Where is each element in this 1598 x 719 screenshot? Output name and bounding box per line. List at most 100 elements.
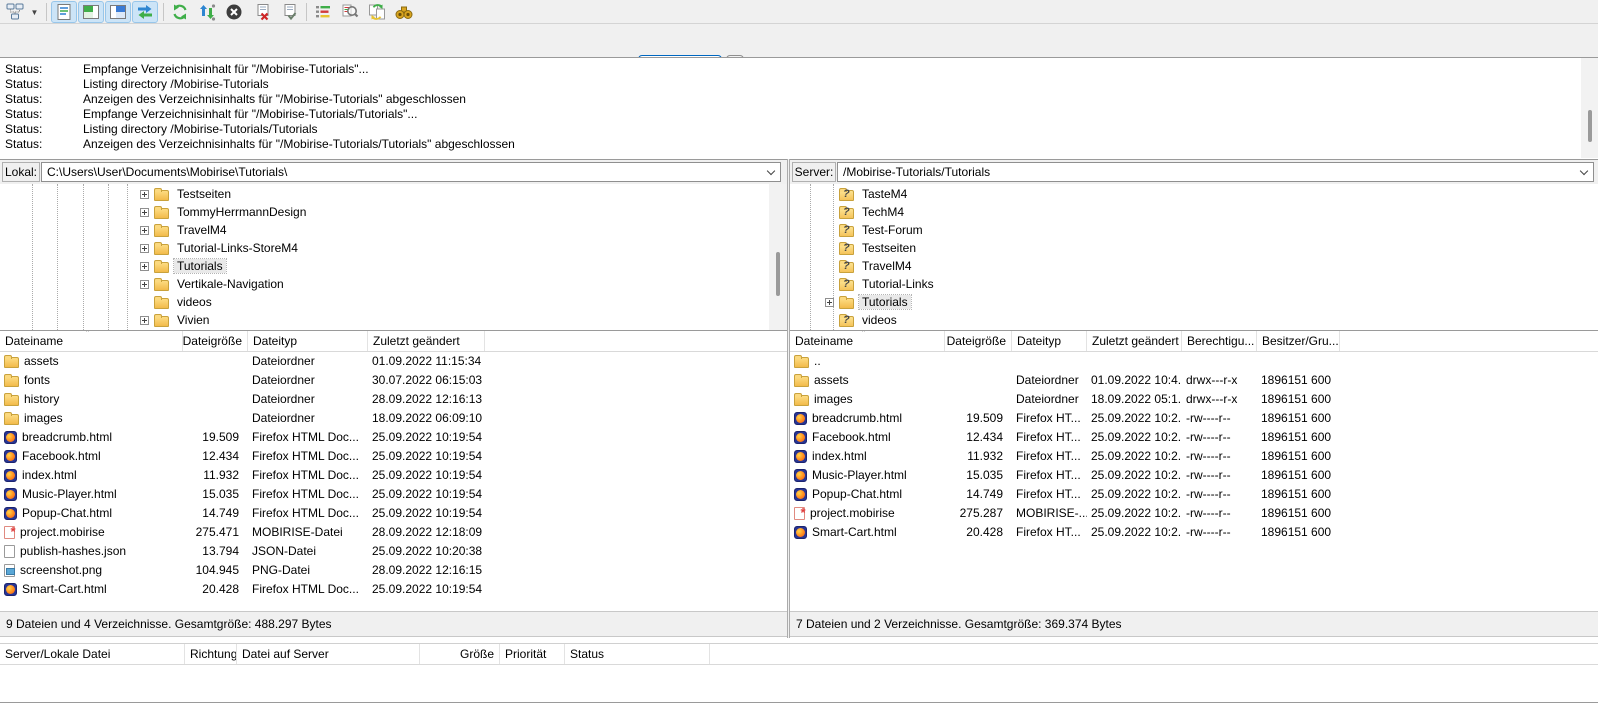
file-row[interactable]: Smart-Cart.html 20.428 Firefox HTML Doc.… xyxy=(0,580,787,599)
file-row[interactable]: publish-hashes.json 13.794 JSON-Datei 25… xyxy=(0,542,787,561)
log-scrollbar[interactable] xyxy=(1581,58,1598,158)
file-row[interactable]: images Dateiordner 18.09.2022 05:1... dr… xyxy=(790,390,1598,409)
local-tree-scrollbar-thumb[interactable] xyxy=(776,252,780,296)
tree-item[interactable]: Vertikale-Navigation xyxy=(0,275,769,293)
refresh-button[interactable] xyxy=(167,1,193,23)
file-row[interactable]: index.html 11.932 Firefox HT... 25.09.20… xyxy=(790,447,1598,466)
remote-path-value: /Mobirise-Tutorials/Tutorials xyxy=(843,165,990,179)
file-row[interactable]: project.mobirise 275.287 MOBIRISE-... 25… xyxy=(790,504,1598,523)
file-row[interactable]: Smart-Cart.html 20.428 Firefox HT... 25.… xyxy=(790,523,1598,542)
directory-comparison-button[interactable] xyxy=(337,1,363,23)
tree-item[interactable]: Testseiten xyxy=(0,185,769,203)
file-row[interactable]: images Dateiordner 18.09.2022 06:09:10 xyxy=(0,409,787,428)
file-size: 11.932 xyxy=(183,466,248,485)
file-row[interactable]: Facebook.html 12.434 Firefox HTML Doc...… xyxy=(0,447,787,466)
tree-item[interactable]: TravelM4 xyxy=(790,257,1598,275)
filter-button[interactable] xyxy=(310,1,336,23)
folder-icon xyxy=(154,280,169,291)
file-row[interactable]: project.mobirise 275.471 MOBIRISE-Datei … xyxy=(0,523,787,542)
file-row[interactable]: breadcrumb.html 19.509 Firefox HTML Doc.… xyxy=(0,428,787,447)
file-row[interactable]: assets Dateiordner 01.09.2022 10:4... dr… xyxy=(790,371,1598,390)
expand-icon[interactable] xyxy=(140,190,149,199)
reconnect-button[interactable] xyxy=(277,1,303,23)
pane-splitter[interactable] xyxy=(787,159,790,638)
toggle-message-log-button[interactable] xyxy=(51,1,77,23)
column-header-owner[interactable]: Besitzer/Gru... xyxy=(1257,331,1340,351)
tree-item[interactable]: Testseiten xyxy=(790,239,1598,257)
tree-item[interactable]: Tutorials xyxy=(790,293,1598,311)
file-row[interactable]: Popup-Chat.html 14.749 Firefox HTML Doc.… xyxy=(0,504,787,523)
expand-icon[interactable] xyxy=(140,316,149,325)
file-size: 19.509 xyxy=(945,409,1012,428)
column-header-type[interactable]: Dateityp xyxy=(248,331,368,351)
tree-item[interactable]: TravelM4 xyxy=(0,221,769,239)
toggle-remote-tree-button[interactable] xyxy=(105,1,131,23)
tree-item[interactable]: Tutorial-Links xyxy=(790,275,1598,293)
queue-column-priority[interactable]: Priorität xyxy=(500,644,565,664)
file-row[interactable]: assets Dateiordner 01.09.2022 11:15:34 xyxy=(0,352,787,371)
queue-column-status[interactable]: Status xyxy=(565,644,710,664)
column-header-name[interactable]: Dateinameˆ xyxy=(0,331,183,351)
expand-icon[interactable] xyxy=(140,226,149,235)
chevron-down-icon: ▼ xyxy=(31,8,39,17)
tree-item[interactable]: videos xyxy=(0,293,769,311)
file-size: 15.035 xyxy=(945,466,1012,485)
process-queue-button[interactable] xyxy=(194,1,220,23)
tree-item[interactable]: Test-Forum xyxy=(790,221,1598,239)
file-row[interactable]: .. xyxy=(790,352,1598,371)
column-header-modified[interactable]: Zuletzt geändert xyxy=(368,331,485,351)
site-manager-button[interactable] xyxy=(2,1,28,23)
disconnect-button[interactable] xyxy=(250,1,276,23)
expand-icon[interactable] xyxy=(140,244,149,253)
column-header-type[interactable]: Dateityp xyxy=(1012,331,1087,351)
column-header-modified[interactable]: Zuletzt geändert xyxy=(1087,331,1182,351)
column-header-size[interactable]: Dateigröße xyxy=(945,331,1012,351)
file-row[interactable]: fonts Dateiordner 30.07.2022 06:15:03 xyxy=(0,371,787,390)
cancel-operation-button[interactable] xyxy=(221,1,247,23)
site-manager-dropdown[interactable]: ▼ xyxy=(27,1,42,23)
expand-icon[interactable] xyxy=(140,280,149,289)
queue-column-remote-file[interactable]: Datei auf Server xyxy=(237,644,420,664)
expand-icon[interactable] xyxy=(140,262,149,271)
expand-icon[interactable] xyxy=(140,208,149,217)
file-size: 11.932 xyxy=(945,447,1012,466)
tree-item[interactable]: Tutorial-Links-StoreM4 xyxy=(0,239,769,257)
column-header-permissions[interactable]: Berechtigu... xyxy=(1182,331,1257,351)
tree-item[interactable]: TasteM4 xyxy=(790,185,1598,203)
column-header-name[interactable]: Dateinameˆ xyxy=(790,331,945,351)
tree-item[interactable]: Vivien xyxy=(0,311,769,329)
file-row[interactable]: history Dateiordner 28.09.2022 12:16:13 xyxy=(0,390,787,409)
file-type: Firefox HTML Doc... xyxy=(248,447,368,466)
file-row[interactable]: index.html 11.932 Firefox HTML Doc... 25… xyxy=(0,466,787,485)
local-tree-scrollbar[interactable] xyxy=(769,184,787,330)
file-name: Smart-Cart.html xyxy=(812,523,897,542)
local-path-combo[interactable]: C:\Users\User\Documents\Mobirise\Tutoria… xyxy=(41,162,781,182)
queue-column-direction[interactable]: Richtung xyxy=(185,644,237,664)
tree-item[interactable]: TechM4 xyxy=(790,203,1598,221)
queue-column-size[interactable]: Größe xyxy=(420,644,500,664)
log-scrollbar-thumb[interactable] xyxy=(1588,110,1592,142)
tree-item[interactable]: videos xyxy=(790,311,1598,329)
file-icon xyxy=(4,414,19,425)
toggle-transfer-queue-button[interactable] xyxy=(132,1,158,23)
file-row[interactable]: Popup-Chat.html 14.749 Firefox HT... 25.… xyxy=(790,485,1598,504)
toggle-local-tree-button[interactable] xyxy=(78,1,104,23)
file-row[interactable]: Music-Player.html 15.035 Firefox HT... 2… xyxy=(790,466,1598,485)
file-row[interactable]: breadcrumb.html 19.509 Firefox HT... 25.… xyxy=(790,409,1598,428)
file-modified: 18.09.2022 05:1... xyxy=(1087,390,1182,409)
file-name: breadcrumb.html xyxy=(22,428,112,447)
find-files-button[interactable] xyxy=(391,1,417,23)
tree-item[interactable]: TommyHerrmannDesign xyxy=(0,203,769,221)
file-row[interactable]: Facebook.html 12.434 Firefox HT... 25.09… xyxy=(790,428,1598,447)
column-header-size[interactable]: Dateigröße xyxy=(183,331,248,351)
file-row[interactable]: screenshot.png 104.945 PNG-Datei 28.09.2… xyxy=(0,561,787,580)
queue-column-file[interactable]: Server/Lokale Datei xyxy=(0,644,185,664)
file-name: .. xyxy=(814,352,821,371)
synchronized-browsing-button[interactable] xyxy=(364,1,390,23)
remote-path-label: Server: xyxy=(792,162,836,182)
tree-item[interactable]: Tutorials xyxy=(0,257,769,275)
remote-path-combo[interactable]: /Mobirise-Tutorials/Tutorials xyxy=(837,162,1594,182)
file-row[interactable]: Music-Player.html 15.035 Firefox HTML Do… xyxy=(0,485,787,504)
expand-icon[interactable] xyxy=(825,298,834,307)
remote-status-bar: 7 Dateien und 2 Verzeichnisse. Gesamtgrö… xyxy=(790,612,1598,637)
